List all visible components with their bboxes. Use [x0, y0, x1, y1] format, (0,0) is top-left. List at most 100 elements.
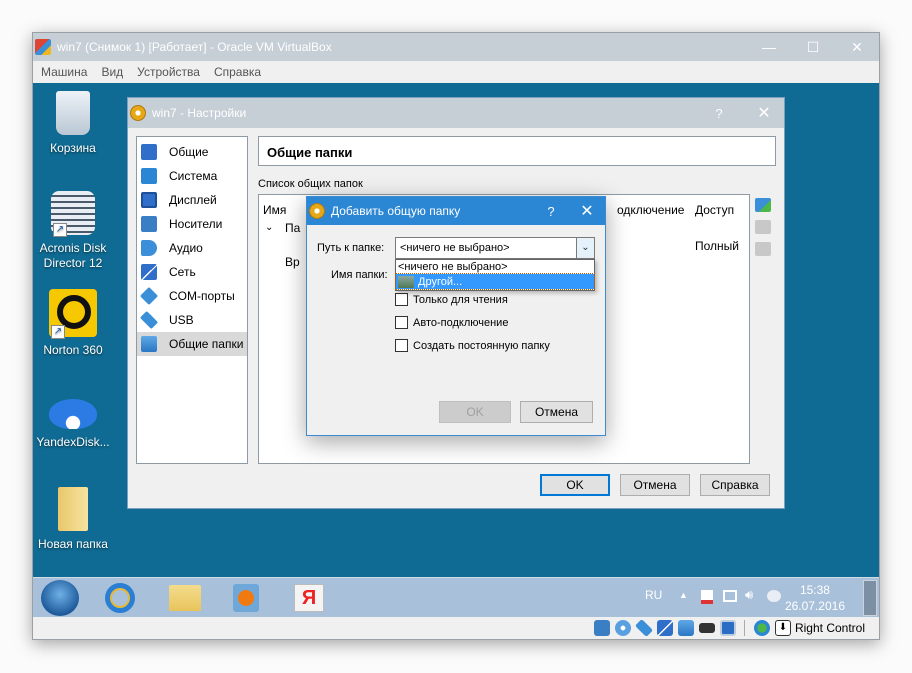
guest-taskbar: Я RU ▲ 🔊︎ 15:38 26.07.2016	[33, 577, 879, 617]
network-icon[interactable]	[656, 620, 673, 636]
settings-help-action-button[interactable]: Справка	[700, 474, 770, 496]
category-label: USB	[169, 313, 194, 327]
settings-cancel-button[interactable]: Отмена	[620, 474, 690, 496]
yandex-browser-icon[interactable]: Я	[291, 581, 327, 615]
add-dialog-cancel-button[interactable]: Отмена	[520, 401, 593, 423]
network-icon	[141, 264, 157, 280]
category-network[interactable]: Сеть	[137, 260, 247, 284]
shared-folders-icon[interactable]	[677, 620, 694, 636]
automount-checkbox[interactable]	[395, 316, 408, 329]
readonly-checkbox[interactable]	[395, 293, 408, 306]
usb-icon[interactable]	[634, 618, 654, 638]
status-separator	[743, 620, 745, 636]
settings-help-button[interactable]: ?	[694, 106, 744, 121]
desktop-icon-yandex-disk[interactable]: YandexDisk...	[33, 389, 113, 450]
general-icon	[141, 144, 157, 160]
clock-time: 15:38	[799, 583, 830, 597]
shared-folder-icon	[141, 336, 157, 352]
shared-folders-list-label: Список общих папок	[258, 178, 363, 190]
permanent-checkbox[interactable]	[395, 339, 408, 352]
desktop-icon-recycle-bin[interactable]: Корзина	[33, 91, 113, 156]
hdd-icon[interactable]	[593, 620, 610, 636]
column-name[interactable]: Имя	[263, 203, 286, 217]
desktop-icon-label: Norton 360	[43, 343, 103, 357]
category-display[interactable]: Дисплей	[137, 188, 247, 212]
category-label: Общие	[169, 145, 209, 159]
host-key-icon: ⬇	[774, 620, 791, 636]
menu-machine[interactable]: Машина	[41, 65, 87, 79]
automount-checkbox-row[interactable]: Авто-подключение	[395, 316, 508, 329]
network-tray-icon[interactable]	[723, 590, 737, 602]
maximize-button[interactable]: ☐	[791, 33, 835, 61]
column-access[interactable]: Доступ	[695, 203, 734, 217]
desktop-icon-label: YandexDisk...	[36, 435, 110, 449]
desktop-icon-norton[interactable]: ↗ Norton 360	[33, 289, 113, 358]
vbox-status-bar: ⬇ Right Control	[33, 617, 879, 639]
category-audio[interactable]: Аудио	[137, 236, 247, 260]
edit-folder-icon[interactable]	[755, 220, 771, 234]
settings-ok-button[interactable]: OK	[540, 474, 610, 496]
folder-icon	[58, 487, 88, 531]
video-capture-icon[interactable]	[698, 623, 715, 633]
option-label: Другой...	[418, 275, 463, 288]
dropdown-option-other[interactable]: Другой...	[395, 273, 595, 290]
category-usb[interactable]: USB	[137, 308, 247, 332]
permanent-checkbox-row[interactable]: Создать постоянную папку	[395, 339, 550, 352]
cd-icon[interactable]	[614, 620, 631, 636]
settings-close-button[interactable]: ✕	[744, 103, 784, 123]
category-general[interactable]: Общие	[137, 140, 247, 164]
add-dialog-title: Добавить общую папку	[331, 204, 461, 218]
volume-icon[interactable]: 🔊︎	[745, 587, 753, 603]
menu-view[interactable]: Вид	[101, 65, 123, 79]
start-button[interactable]	[41, 580, 79, 616]
add-folder-icon[interactable]	[755, 198, 771, 212]
category-label: Носители	[169, 217, 223, 231]
explorer-icon[interactable]	[167, 581, 203, 615]
automount-label: Авто-подключение	[413, 316, 509, 329]
show-desktop-button[interactable]	[863, 580, 877, 616]
category-com-ports[interactable]: COM-порты	[137, 284, 247, 308]
desktop-icon-new-folder[interactable]: Новая папка	[33, 487, 113, 552]
chevron-down-icon[interactable]: ⌄	[576, 238, 594, 258]
add-dialog-close-button[interactable]: ✕	[569, 201, 605, 221]
folder-path-combobox[interactable]: <ничего не выбрано> ⌄	[395, 237, 595, 259]
yandex-disk-icon	[49, 399, 97, 429]
minimize-button[interactable]: —	[747, 33, 791, 61]
add-dialog-ok-button[interactable]: OK	[439, 401, 511, 423]
desktop-icon-label: Корзина	[50, 141, 96, 155]
window-title: win7 (Снимок 1) [Работает] - Oracle VM V…	[57, 40, 332, 54]
language-indicator[interactable]: RU	[645, 588, 662, 602]
clock[interactable]: 15:38 26.07.2016	[785, 582, 845, 614]
desktop-icon-acronis[interactable]: ↗ Acronis Disk Director 12	[33, 191, 113, 271]
desktop-icon-label: Новая папка	[38, 537, 108, 551]
cpu-icon[interactable]	[719, 620, 736, 636]
remote-icon[interactable]	[767, 590, 781, 602]
add-dialog-titlebar: Добавить общую папку ? ✕	[307, 197, 605, 225]
media-player-icon[interactable]	[229, 581, 265, 615]
category-storage[interactable]: Носители	[137, 212, 247, 236]
dropdown-option-none[interactable]: <ничего не выбрано>	[396, 260, 594, 274]
menu-help[interactable]: Справка	[214, 65, 261, 79]
permanent-label: Создать постоянную папку	[413, 339, 550, 352]
internet-explorer-icon[interactable]	[103, 581, 139, 615]
mouse-integration-icon[interactable]	[753, 620, 770, 636]
expand-chevron-icon[interactable]: ⌄	[265, 222, 273, 233]
close-button[interactable]: ✕	[835, 33, 879, 61]
menu-devices[interactable]: Устройства	[137, 65, 200, 79]
readonly-checkbox-row[interactable]: Только для чтения	[395, 293, 508, 306]
acronis-disk-icon: ↗	[51, 191, 95, 237]
readonly-label: Только для чтения	[413, 293, 508, 306]
add-dialog-help-button[interactable]: ?	[533, 204, 569, 219]
settings-dialog: win7 - Настройки ? ✕ Общие Система Диспл…	[127, 97, 785, 509]
category-system[interactable]: Система	[137, 164, 247, 188]
action-center-icon[interactable]	[701, 590, 713, 604]
show-hidden-icon[interactable]: ▲	[679, 590, 688, 600]
machine-folders-group[interactable]: Па	[285, 221, 300, 235]
category-shared-folders[interactable]: Общие папки	[137, 332, 247, 356]
transient-folders-group[interactable]: Вр	[285, 255, 300, 269]
remove-folder-icon[interactable]	[755, 242, 771, 256]
category-list: Общие Система Дисплей Носители Аудио Сет…	[136, 136, 248, 464]
column-auto-mount[interactable]: одключение	[617, 203, 684, 217]
category-label: Дисплей	[169, 193, 217, 207]
serial-port-icon	[139, 286, 159, 306]
